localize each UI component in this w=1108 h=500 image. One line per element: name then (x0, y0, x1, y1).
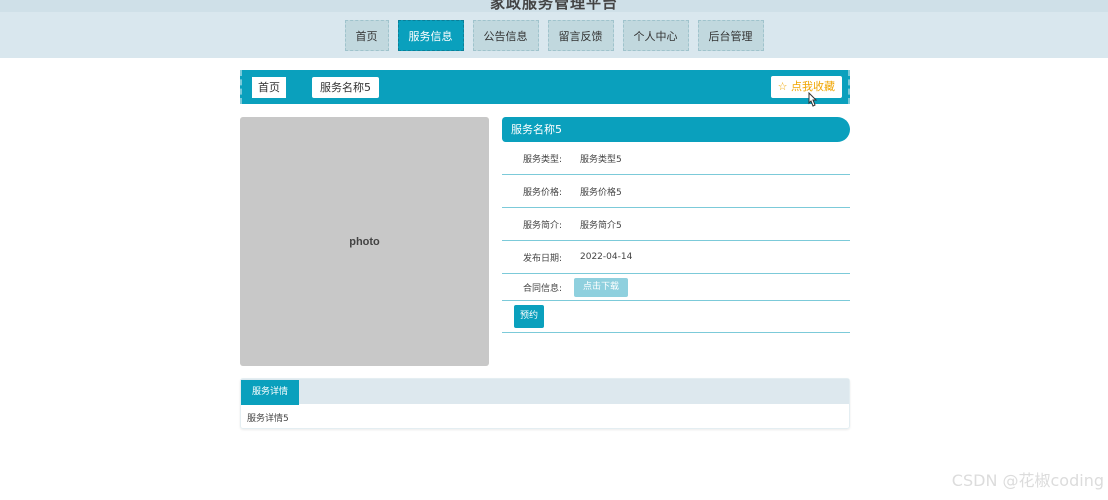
service-intro-label: 服务简介: (522, 220, 562, 231)
nav-item-services[interactable]: 服务信息 (397, 20, 464, 51)
service-price-row: 服务价格: 服务价格5 (502, 175, 850, 208)
nav-item-profile[interactable]: 个人中心 (622, 20, 689, 51)
service-detail-content: 服务详情5 (247, 414, 289, 424)
nav-item-announcements[interactable]: 公告信息 (472, 20, 539, 51)
tab-service-detail[interactable]: 服务详情 (241, 380, 300, 405)
header: 家政服务管理平台 首页 服务信息 公告信息 留言反馈 个人中心 后台管理 (0, 0, 1108, 58)
publish-date-value: 2022-04-14 (580, 252, 633, 262)
contract-row: 合同信息: 点击下载 (502, 274, 850, 301)
nav-item-home[interactable]: 首页 (344, 20, 389, 51)
service-photo: photo (240, 117, 489, 366)
breadcrumb: 首页 服务名称5 ☆ 点我收藏 (240, 70, 850, 107)
site-title: 家政服务管理平台 (489, 0, 618, 12)
breadcrumb-current: 服务名称5 (312, 77, 379, 98)
service-price-label: 服务价格: (522, 187, 562, 198)
detail-tab-bar: 服务详情 (241, 379, 849, 405)
publish-date-row: 发布日期: 2022-04-14 (502, 241, 850, 274)
service-type-label: 服务类型: (522, 154, 562, 165)
service-info-panel: 服务名称5 服务类型: 服务类型5 服务价格: 服务价格5 服务简介: 服务简介… (502, 117, 850, 333)
service-price-value: 服务价格5 (580, 187, 622, 198)
service-type-value: 服务类型5 (580, 154, 622, 165)
breadcrumb-home-link[interactable]: 首页 (252, 77, 286, 98)
main-nav: 首页 服务信息 公告信息 留言反馈 个人中心 后台管理 (0, 20, 1108, 51)
publish-date-label: 发布日期: (522, 253, 562, 264)
nav-item-feedback[interactable]: 留言反馈 (547, 20, 614, 51)
download-contract-button[interactable]: 点击下载 (574, 277, 629, 297)
nav-item-admin[interactable]: 后台管理 (697, 20, 764, 51)
pointer-cursor-icon (808, 92, 818, 107)
service-intro-row: 服务简介: 服务简介5 (502, 208, 850, 241)
service-title: 服务名称5 (502, 117, 850, 142)
book-button[interactable]: 预约 (514, 305, 545, 328)
service-intro-value: 服务简介5 (580, 220, 622, 231)
service-type-row: 服务类型: 服务类型5 (502, 142, 850, 175)
service-detail-panel: 服务详情 服务详情5 (240, 378, 850, 429)
watermark: CSDN @花椒coding (951, 471, 1104, 490)
booking-row: 预约 (502, 301, 850, 333)
contract-label: 合同信息: (522, 283, 562, 294)
